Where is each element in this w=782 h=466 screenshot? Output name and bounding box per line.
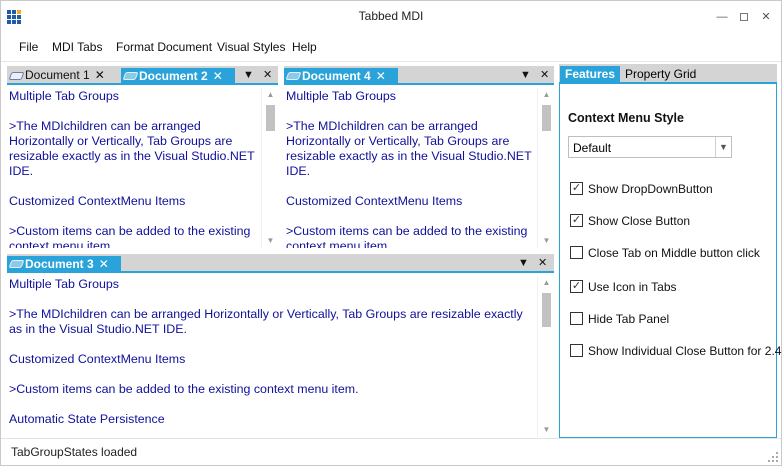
scroll-thumb[interactable] xyxy=(266,105,275,131)
checkbox[interactable] xyxy=(570,312,583,325)
tab-document-2[interactable]: Document 2 ✕ xyxy=(121,68,235,85)
scroll-down-icon[interactable]: ▼ xyxy=(538,423,554,437)
checkbox[interactable] xyxy=(570,246,583,259)
panel-tab-strip: Features Property Grid xyxy=(559,64,777,84)
tab-group-close-button[interactable]: ✕ xyxy=(263,69,272,82)
title-bar: Tabbed MDI — ✕ xyxy=(1,1,781,32)
vertical-scrollbar[interactable]: ▲ ▼ xyxy=(537,88,554,248)
scroll-thumb[interactable] xyxy=(542,105,551,131)
tab-group-close-button[interactable]: ✕ xyxy=(538,257,547,270)
checkbox[interactable]: ✓ xyxy=(570,214,583,227)
tab-label: Document 3 xyxy=(25,257,94,271)
status-bar: TabGroupStates loaded xyxy=(1,438,781,465)
text-line: Automatic State Persistence xyxy=(9,412,165,426)
document-4-content[interactable]: Multiple Tab Groups >The MDIchildren can… xyxy=(284,88,554,248)
scroll-down-icon[interactable]: ▼ xyxy=(538,234,554,248)
tab-list-dropdown-button[interactable]: ▼ xyxy=(243,69,254,82)
tab-document-3[interactable]: Document 3 ✕ xyxy=(7,256,121,273)
checkbox-label: Close Tab on Middle button click xyxy=(588,246,760,260)
menu-bar: File MDI Tabs Format Document Visual Sty… xyxy=(1,32,781,62)
tab-list-dropdown-button[interactable]: ▼ xyxy=(518,257,529,270)
document-icon xyxy=(8,260,25,268)
tab-label: Document 4 xyxy=(302,69,371,83)
tab-close-button[interactable]: ✕ xyxy=(213,68,223,84)
text-line: Multiple Tab Groups xyxy=(286,89,396,103)
text-line: >The MDIchildren can be arranged Horizon… xyxy=(9,307,523,336)
context-menu-style-heading: Context Menu Style xyxy=(568,111,684,125)
text-line: Multiple Tab Groups xyxy=(9,89,119,103)
scroll-up-icon[interactable]: ▲ xyxy=(538,88,554,102)
tab-list-dropdown-button[interactable]: ▼ xyxy=(520,69,531,82)
tab-strip-1: Document 1 ✕ Document 2 ✕ ▼ ✕ xyxy=(7,66,278,85)
resize-grip-icon[interactable] xyxy=(768,452,778,462)
features-panel: Features Property Grid Context Menu Styl… xyxy=(559,64,781,438)
checkbox-label: Show Individual Close Button for 2.4 xyxy=(588,344,782,358)
menu-file[interactable]: File xyxy=(19,40,38,54)
text-line: Customized ContextMenu Items xyxy=(9,352,186,366)
document-text: Multiple Tab Groups >The MDIchildren can… xyxy=(286,89,536,248)
menu-help[interactable]: Help xyxy=(292,40,317,54)
text-line: Customized ContextMenu Items xyxy=(9,194,186,208)
checkbox-label: Show DropDownButton xyxy=(588,182,713,196)
tab-label: Document 2 xyxy=(139,69,208,83)
document-text: Multiple Tab Groups >The MDIchildren can… xyxy=(9,277,534,437)
vertical-scrollbar[interactable]: ▲ ▼ xyxy=(261,88,278,248)
text-line: >The MDIchildren can be arranged Horizon… xyxy=(286,119,532,178)
text-line: Multiple Tab Groups xyxy=(9,277,119,291)
text-line: >Custom items can be added to the existi… xyxy=(286,224,528,248)
maximize-icon xyxy=(740,13,748,22)
menu-format-document[interactable]: Format Document xyxy=(116,40,212,54)
checkbox-label: Hide Tab Panel xyxy=(588,312,670,326)
tab-close-button[interactable]: ✕ xyxy=(95,68,105,83)
tab-strip-2: Document 4 ✕ ▼ ✕ xyxy=(284,66,554,85)
text-line: >The MDIchildren can be arranged Horizon… xyxy=(9,119,255,178)
tab-close-button[interactable]: ✕ xyxy=(99,256,109,272)
scroll-down-icon[interactable]: ▼ xyxy=(262,234,278,248)
select-value: Default xyxy=(573,141,612,155)
checkbox[interactable] xyxy=(570,344,583,357)
context-menu-style-select[interactable]: Default ▼ xyxy=(568,136,732,158)
app-window: Tabbed MDI — ✕ File MDI Tabs Format Docu… xyxy=(0,0,782,466)
document-icon xyxy=(285,72,302,80)
document-icon xyxy=(8,72,25,80)
close-window-button[interactable]: ✕ xyxy=(756,7,776,27)
scroll-up-icon[interactable]: ▲ xyxy=(262,88,278,102)
document-3-content[interactable]: Multiple Tab Groups >The MDIchildren can… xyxy=(7,276,554,437)
maximize-button[interactable] xyxy=(734,7,754,27)
tab-strip-3: Document 3 ✕ ▼ ✕ xyxy=(7,254,554,273)
checkbox[interactable]: ✓ xyxy=(570,182,583,195)
checkbox-label: Show Close Button xyxy=(588,214,691,228)
tab-property-grid[interactable]: Property Grid xyxy=(620,66,701,82)
tab-close-button[interactable]: ✕ xyxy=(376,68,386,84)
text-line: >Custom items can be added to the existi… xyxy=(9,224,251,248)
window-title: Tabbed MDI xyxy=(358,9,424,23)
checkbox-label: Use Icon in Tabs xyxy=(588,280,677,294)
minimize-button[interactable]: — xyxy=(712,7,732,27)
document-text: Multiple Tab Groups >The MDIchildren can… xyxy=(9,89,259,248)
tab-document-4[interactable]: Document 4 ✕ xyxy=(284,68,398,85)
text-line: Customized ContextMenu Items xyxy=(286,194,463,208)
tab-group-2: Document 4 ✕ ▼ ✕ Multiple Tab Groups >The… xyxy=(284,66,554,248)
menu-mdi-tabs[interactable]: MDI Tabs xyxy=(52,40,102,54)
status-text: TabGroupStates loaded xyxy=(11,445,138,459)
chevron-down-icon[interactable]: ▼ xyxy=(715,137,731,157)
document-icon xyxy=(122,72,139,80)
vertical-scrollbar[interactable]: ▲ ▼ xyxy=(537,276,554,437)
tab-group-1: Document 1 ✕ Document 2 ✕ ▼ ✕ Multiple Tab… xyxy=(7,66,278,248)
tab-group-close-button[interactable]: ✕ xyxy=(540,69,549,82)
checkbox[interactable]: ✓ xyxy=(570,280,583,293)
scroll-up-icon[interactable]: ▲ xyxy=(538,276,554,290)
tab-document-1[interactable]: Document 1 ✕ xyxy=(7,68,105,83)
tab-label: Document 1 xyxy=(25,68,90,82)
document-2-content[interactable]: Multiple Tab Groups >The MDIchildren can… xyxy=(7,88,278,248)
text-line: >Custom items can be added to the existi… xyxy=(9,382,359,396)
tab-features[interactable]: Features xyxy=(560,66,621,84)
scroll-thumb[interactable] xyxy=(542,293,551,327)
tab-group-3: Document 3 ✕ ▼ ✕ Multiple Tab Groups >The… xyxy=(7,254,554,437)
menu-visual-styles[interactable]: Visual Styles xyxy=(217,40,285,54)
